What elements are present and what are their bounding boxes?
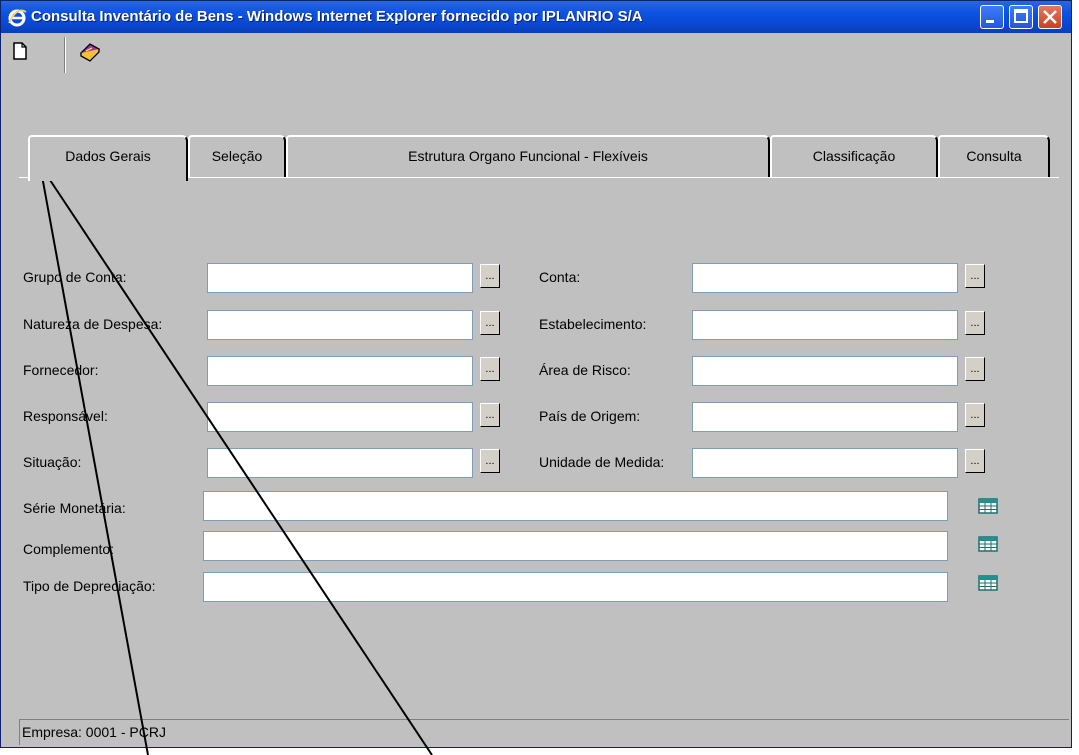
complemento-field[interactable] bbox=[203, 531, 948, 561]
situacao-lookup-button[interactable]: ... bbox=[480, 449, 500, 473]
label-situacao: Situação: bbox=[23, 454, 82, 470]
tab-selecao[interactable]: Seleção bbox=[188, 135, 286, 177]
maximize-icon bbox=[1014, 9, 1028, 23]
status-bar: Empresa: 0001 - PCRJ bbox=[19, 719, 1069, 745]
maximize-button[interactable] bbox=[1009, 5, 1033, 29]
toolbar-separator bbox=[64, 37, 66, 73]
tab-estrutura-organo-funcional[interactable]: Estrutura Organo Funcional - Flexíveis bbox=[286, 135, 770, 177]
table-grid-icon[interactable] bbox=[978, 536, 998, 552]
estabelecimento-lookup-button[interactable]: ... bbox=[965, 311, 985, 335]
area-de-risco-field[interactable] bbox=[692, 356, 958, 386]
area-de-risco-lookup-button[interactable]: ... bbox=[965, 357, 985, 381]
minimize-icon bbox=[986, 20, 994, 23]
document-icon bbox=[13, 42, 27, 60]
table-grid-icon[interactable] bbox=[978, 575, 998, 591]
label-grupo-de-conta: Grupo de Conta: bbox=[23, 269, 127, 285]
natureza-de-despesa-field[interactable] bbox=[207, 310, 473, 340]
grupo-de-conta-field[interactable] bbox=[207, 263, 473, 293]
serie-monetaria-field[interactable] bbox=[203, 491, 948, 521]
unidade-de-medida-lookup-button[interactable]: ... bbox=[965, 449, 985, 473]
window-title: Consulta Inventário de Bens - Windows In… bbox=[31, 8, 643, 25]
ie-window: Consulta Inventário de Bens - Windows In… bbox=[0, 0, 1072, 748]
conta-lookup-button[interactable]: ... bbox=[965, 264, 985, 288]
label-conta: Conta: bbox=[539, 269, 581, 285]
conta-field[interactable] bbox=[692, 263, 958, 293]
grupo-de-conta-lookup-button[interactable]: ... bbox=[480, 264, 500, 288]
label-serie-monetaria: Série Monetária: bbox=[23, 500, 126, 516]
unidade-de-medida-field[interactable] bbox=[692, 448, 958, 478]
close-icon bbox=[1043, 10, 1057, 24]
help-book-button[interactable] bbox=[77, 39, 105, 67]
label-fornecedor: Fornecedor: bbox=[23, 362, 99, 378]
status-company-text: Empresa: 0001 - PCRJ bbox=[22, 724, 166, 740]
label-complemento: Complemento: bbox=[23, 541, 115, 557]
responsavel-field[interactable] bbox=[207, 402, 473, 432]
tab-classificacao[interactable]: Classificação bbox=[770, 135, 938, 177]
tab-consulta[interactable]: Consulta bbox=[938, 135, 1050, 177]
tab-dados-gerais[interactable]: Dados Gerais bbox=[28, 135, 188, 181]
fornecedor-lookup-button[interactable]: ... bbox=[480, 357, 500, 381]
pais-de-origem-field[interactable] bbox=[692, 402, 958, 432]
situacao-field[interactable] bbox=[207, 448, 473, 478]
book-icon bbox=[79, 43, 101, 62]
label-estabelecimento: Estabelecimento: bbox=[539, 316, 647, 332]
close-button[interactable] bbox=[1038, 5, 1062, 29]
estabelecimento-field[interactable] bbox=[692, 310, 958, 340]
label-unidade-de-medida: Unidade de Medida: bbox=[539, 454, 665, 470]
label-area-de-risco: Área de Risco: bbox=[539, 362, 631, 378]
table-grid-icon[interactable] bbox=[978, 498, 998, 514]
label-natureza-de-despesa: Natureza de Despesa: bbox=[23, 316, 163, 332]
new-document-button[interactable] bbox=[9, 39, 37, 67]
title-bar[interactable]: Consulta Inventário de Bens - Windows In… bbox=[1, 1, 1071, 33]
natureza-de-despesa-lookup-button[interactable]: ... bbox=[480, 311, 500, 335]
pais-de-origem-lookup-button[interactable]: ... bbox=[965, 403, 985, 427]
fornecedor-field[interactable] bbox=[207, 356, 473, 386]
ie-logo-icon bbox=[8, 9, 27, 27]
tipo-de-depreciacao-field[interactable] bbox=[203, 572, 948, 602]
label-pais-de-origem: País de Origem: bbox=[539, 408, 641, 424]
label-responsavel: Responsável: bbox=[23, 408, 108, 424]
minimize-button[interactable] bbox=[980, 5, 1004, 29]
toolbar bbox=[1, 33, 1071, 103]
responsavel-lookup-button[interactable]: ... bbox=[480, 403, 500, 427]
label-tipo-de-depreciacao: Tipo de Depreciação: bbox=[23, 578, 156, 594]
